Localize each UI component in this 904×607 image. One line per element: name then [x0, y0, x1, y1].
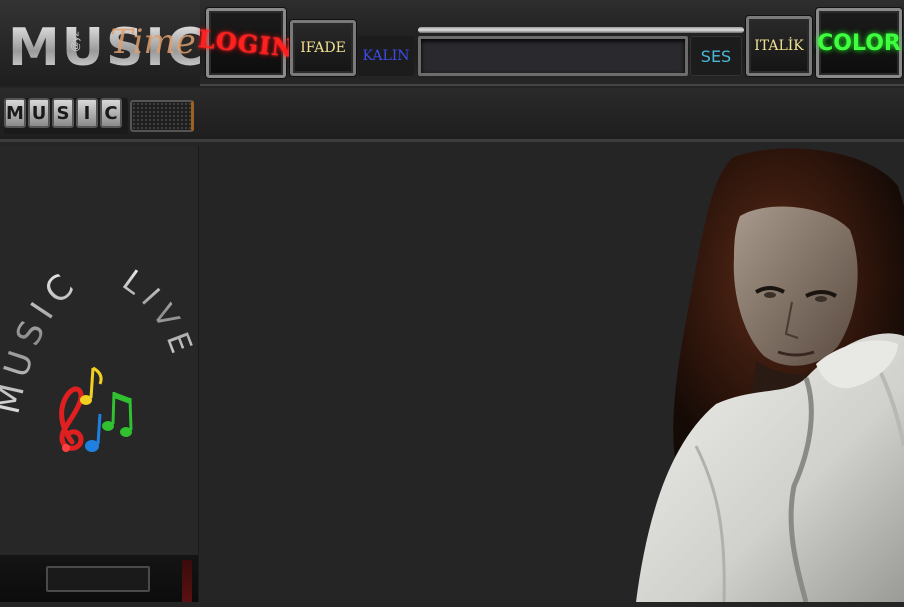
ses-button[interactable]: SES — [690, 36, 742, 76]
green-note-icon — [102, 391, 133, 437]
pattern-toggle-button[interactable] — [130, 100, 194, 132]
top-toolbar: MUSIC Time @yz LOGIN IFADE KALIN SES ITA… — [0, 0, 904, 86]
music-tab-letter: I — [76, 98, 98, 128]
italik-button[interactable]: ITALİK — [746, 16, 812, 76]
logo-script-text: Time — [110, 22, 196, 62]
music-tab-letter: M — [4, 98, 26, 128]
music-tab-letter: S — [52, 98, 74, 128]
message-input[interactable] — [418, 36, 688, 76]
kalin-label: KALIN — [362, 48, 410, 64]
music-tab-letter: U — [28, 98, 50, 128]
blue-note-icon — [85, 413, 102, 452]
left-sidebar-panel: MUSIC LIVE — [0, 146, 199, 602]
kalin-button[interactable]: KALIN — [358, 36, 414, 76]
italik-label: ITALİK — [754, 38, 804, 54]
woman-portrait-image — [636, 148, 904, 602]
color-button[interactable]: COLOR — [816, 8, 902, 78]
yellow-note-icon — [80, 366, 103, 405]
login-label: LOGIN — [196, 23, 296, 63]
logo-small-text: @yz — [70, 31, 82, 52]
svg-text:LIVE: LIVE — [116, 264, 198, 366]
toolbar-rail — [418, 27, 744, 33]
ses-label: SES — [700, 46, 732, 66]
music-live-artwork: MUSIC LIVE — [0, 261, 198, 452]
sidebar-footer-button[interactable] — [46, 566, 150, 592]
red-accent-edge — [182, 560, 192, 602]
color-label: COLOR — [817, 30, 901, 56]
music-tab-letter: C — [100, 98, 122, 128]
music-time-logo: MUSIC Time @yz — [0, 0, 200, 86]
music-arc-text: MUSIC — [0, 261, 79, 417]
ifade-label: IFADE — [300, 40, 346, 56]
live-arc-text: LIVE — [116, 264, 193, 366]
treble-clef-icon — [59, 386, 84, 452]
ifade-button[interactable]: IFADE — [290, 20, 356, 76]
music-tab[interactable]: M U S I C — [4, 98, 122, 128]
svg-text:MUSIC: MUSIC — [0, 261, 87, 417]
login-button[interactable]: LOGIN — [197, 8, 295, 78]
